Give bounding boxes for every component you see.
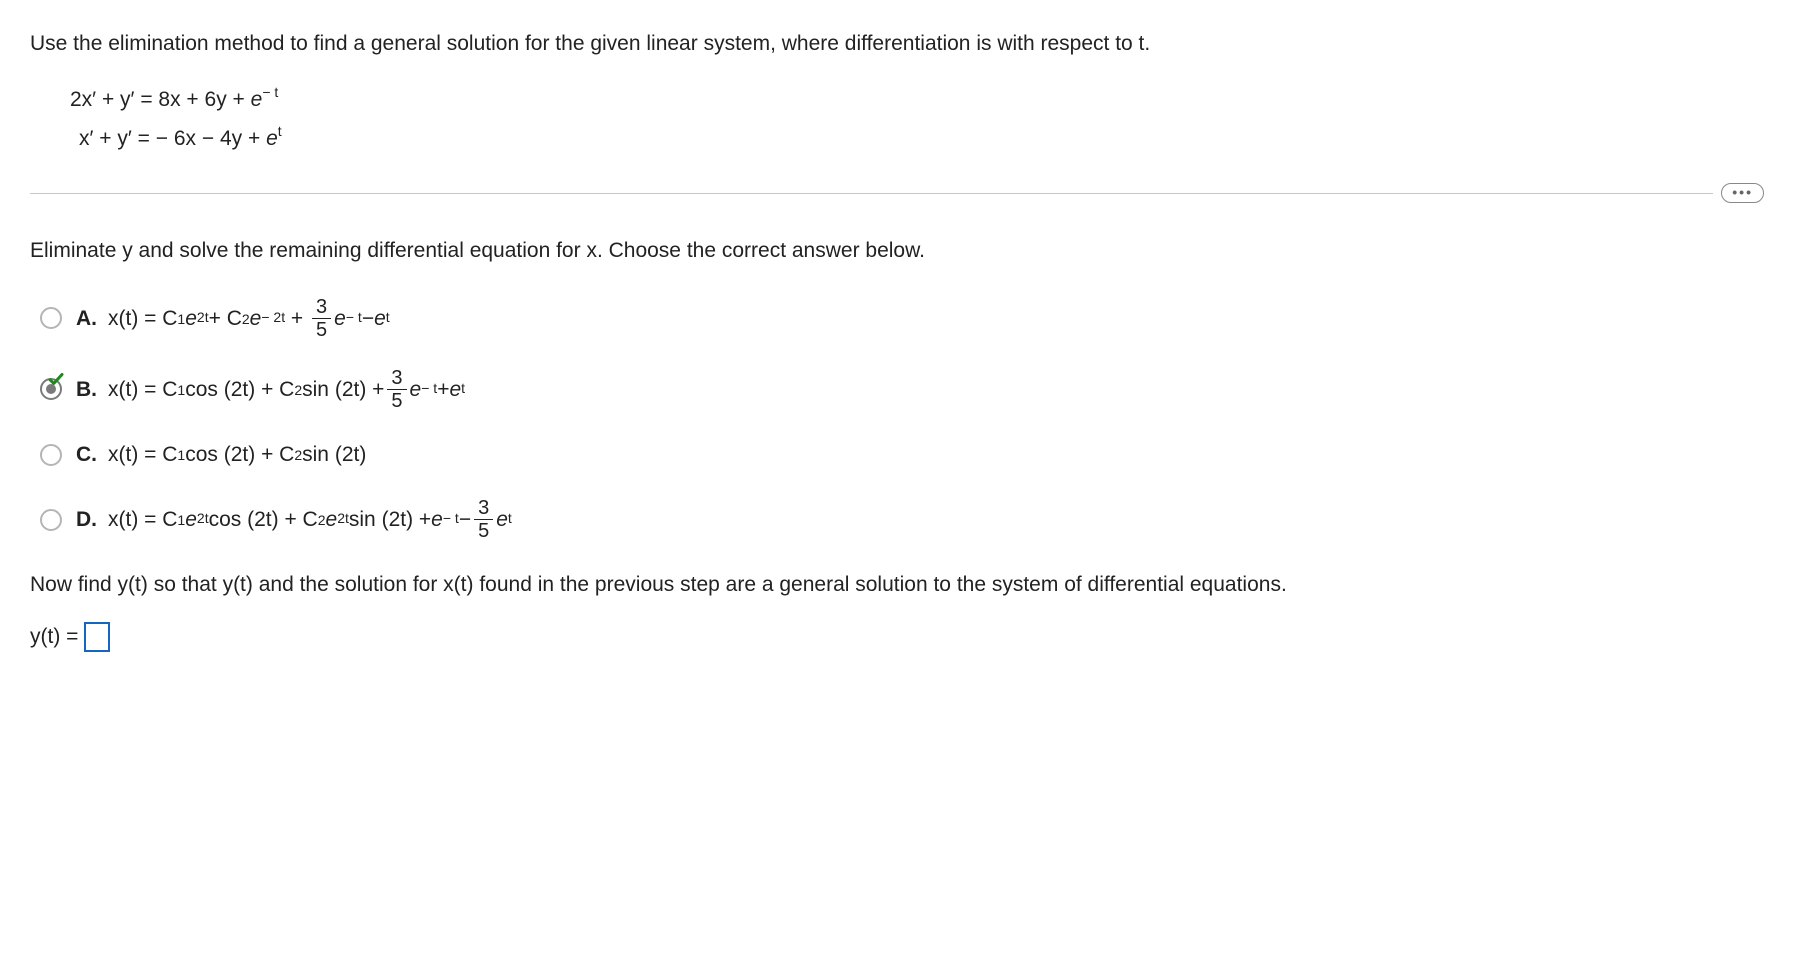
radio-a[interactable] (40, 307, 62, 329)
equation-2: x′ + y′ = − 6x − 4y + et (79, 119, 1764, 159)
option-d-label: D. (76, 504, 98, 536)
option-a[interactable]: A. x(t) = C1e2t + C2e− 2t + 35e− t − et (40, 297, 1764, 340)
section-divider: ••• (30, 183, 1764, 203)
ellipsis-icon[interactable]: ••• (1721, 183, 1764, 203)
y-input-prefix: y(t) = (30, 621, 78, 653)
checkmark-icon (47, 370, 65, 388)
option-a-label: A. (76, 303, 98, 335)
divider-line (30, 193, 1713, 194)
option-a-text: x(t) = C1e2t + C2e− 2t + 35e− t − et (108, 297, 390, 340)
radio-d[interactable] (40, 509, 62, 531)
radio-c[interactable] (40, 444, 62, 466)
option-c-label: C. (76, 439, 98, 471)
y-input-row: y(t) = (30, 621, 1764, 653)
equation-1: 2x′ + y′ = 8x + 6y + e− t (70, 80, 1764, 120)
problem-statement: Use the elimination method to find a gen… (30, 28, 1764, 60)
option-b-label: B. (76, 374, 98, 406)
option-c[interactable]: C. x(t) = C1 cos (2t) + C2 sin (2t) (40, 439, 1764, 471)
equation-system: 2x′ + y′ = 8x + 6y + e− t x′ + y′ = − 6x… (70, 80, 1764, 160)
radio-b[interactable] (40, 378, 62, 400)
option-d[interactable]: D. x(t) = C1e2t cos (2t) + C2e2t sin (2t… (40, 498, 1764, 541)
option-d-text: x(t) = C1e2t cos (2t) + C2e2t sin (2t) +… (108, 498, 512, 541)
option-c-text: x(t) = C1 cos (2t) + C2 sin (2t) (108, 439, 366, 471)
options-group: A. x(t) = C1e2t + C2e− 2t + 35e− t − et … (40, 297, 1764, 542)
subquestion-prompt: Eliminate y and solve the remaining diff… (30, 235, 1764, 267)
option-b-text: x(t) = C1 cos (2t) + C2 sin (2t) + 35e− … (108, 368, 465, 411)
y-question-prompt: Now find y(t) so that y(t) and the solut… (30, 569, 1764, 601)
option-b[interactable]: B. x(t) = C1 cos (2t) + C2 sin (2t) + 35… (40, 368, 1764, 411)
y-answer-input[interactable] (84, 622, 110, 652)
